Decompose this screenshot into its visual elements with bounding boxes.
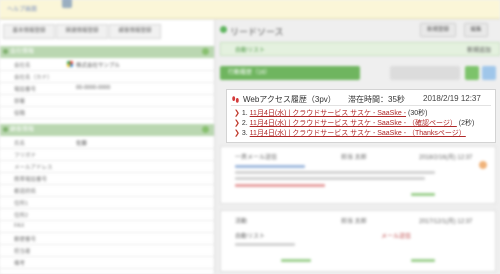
field-label: 携帯電話番号: [14, 177, 48, 183]
arrow-icon: ❯: [234, 110, 240, 117]
tab-basic[interactable]: 基本情報登録: [3, 24, 55, 39]
field-label: 会社名: [14, 63, 31, 69]
section-dot-icon: [3, 49, 8, 54]
history-link[interactable]: 11月4日(水) | クラウドサービス サスケ - SaaSke - （Than…: [250, 130, 466, 137]
section-customer-header[interactable]: 顧客情報: [0, 124, 214, 136]
field-row: 携帯電話番号: [0, 174, 214, 185]
text-line: [235, 243, 295, 246]
add-icon[interactable]: [202, 48, 209, 55]
field-label: 都道府県: [14, 189, 37, 195]
text-line: [235, 171, 435, 174]
history-item: ❯ 1. 11月4日(水) | クラウドサービス サスケ - SaaSke - (…: [234, 110, 428, 117]
field-row: 郵便番号: [0, 234, 214, 245]
add-icon[interactable]: [202, 126, 209, 133]
activity-panel: リードソース 新規登録 編集 自動リスト 新規追加 行動履歴（16） 一斉メール…: [220, 20, 500, 274]
history-item: ❯ 2. 11月4日(水) | クラウドサービス サスケ - SaaSke - （…: [234, 120, 475, 127]
field-row: 部署: [0, 96, 214, 107]
text-line: [235, 177, 425, 180]
field-label: 住所2: [14, 213, 29, 219]
field-row: 会社名（カナ）: [0, 72, 214, 83]
stay-time: 滞在時間：35秒: [348, 95, 405, 104]
reaction-icon[interactable]: [479, 161, 487, 169]
field-label: 住所1: [14, 201, 29, 207]
card-action-link[interactable]: メール送信: [381, 231, 411, 240]
tab-related[interactable]: 関連情報登録: [56, 24, 108, 39]
section-company-header[interactable]: 会社情報: [0, 46, 214, 58]
history-link[interactable]: 11月4日(水) | クラウドサービス サスケ - SaaSke -: [250, 110, 406, 117]
history-duration: (30秒): [407, 110, 428, 117]
field-row: FAX: [0, 222, 214, 233]
card-title: 活動: [235, 219, 248, 225]
lead-source-icon: [220, 26, 227, 33]
field-row: 氏名 佐藤: [0, 138, 214, 149]
tab-customer[interactable]: 顧客情報登録: [109, 24, 161, 39]
register-activity-button[interactable]: [390, 66, 460, 80]
section-dot-icon: [3, 127, 8, 132]
divider: [231, 105, 491, 106]
field-row: 会社名 株式会社サンプル: [0, 60, 214, 71]
field-value[interactable]: 株式会社サンプル: [76, 61, 120, 69]
field-row: 電話番号 00-0000-0000: [0, 84, 214, 95]
card-body: 自動リスト: [235, 234, 266, 240]
field-row: 備考: [0, 258, 214, 269]
status-pill[interactable]: [281, 259, 311, 262]
arrow-icon: ❯: [234, 120, 240, 127]
web-access-history-card: Webアクセス履歴（3pv） 滞在時間：35秒 2018/2/19 12:37 …: [226, 89, 496, 143]
company-logo-icon: [67, 61, 73, 67]
history-link[interactable]: 11月4日(水) | クラウドサービス サスケ - SaaSke - （確認ペー…: [250, 120, 457, 127]
card-date: 2017/12/1(月) 12:37: [419, 219, 473, 225]
panel-title: リードソース: [230, 27, 284, 37]
lead-list-label: 自動リスト: [235, 48, 266, 54]
top-bar: ヘルプ画面: [0, 0, 500, 19]
activity-filter[interactable]: 行動履歴（16）: [220, 66, 360, 80]
memo-activity-card[interactable]: 活動 担当 太郎 2017/12/1(月) 12:37 自動リスト メール送信: [220, 210, 496, 272]
mail-icon[interactable]: [465, 66, 479, 80]
field-label: FAX: [14, 223, 25, 229]
help-link[interactable]: ヘルプ画面: [7, 4, 37, 13]
field-row: 担当者: [0, 246, 214, 257]
arrow-icon: ❯: [234, 130, 240, 137]
field-label: 電話番号: [14, 87, 37, 93]
history-title: Webアクセス履歴（3pv）: [243, 95, 336, 104]
field-value[interactable]: 00-0000-0000: [76, 85, 110, 91]
edit-button[interactable]: 編集: [464, 23, 488, 37]
section-title: 会社情報: [10, 49, 35, 55]
field-label: 備考: [14, 261, 26, 267]
customer-detail-panel: 基本情報登録 関連情報登録 顧客情報登録 会社情報 会社名 株式会社サンプル 会…: [0, 20, 215, 274]
status-pill[interactable]: [411, 193, 435, 196]
field-row: 住所1: [0, 198, 214, 209]
field-label: 役職: [14, 111, 26, 117]
status-pill[interactable]: [411, 259, 435, 262]
field-label: 郵便番号: [14, 237, 37, 243]
history-duration: (2秒): [458, 120, 475, 127]
field-label: フリガナ: [14, 153, 37, 159]
card-title: 一斉メール送信: [235, 155, 278, 161]
text-line: [235, 184, 325, 187]
new-button[interactable]: 新規登録: [420, 23, 456, 37]
field-label: 氏名: [14, 141, 26, 147]
history-date: 2018/2/19 12:37: [423, 94, 481, 103]
field-label: メールアドレス: [14, 165, 53, 171]
email-activity-card[interactable]: 一斉メール送信 担当 太郎 2018/2/16(月) 12:37: [220, 146, 496, 204]
field-row: フリガナ: [0, 150, 214, 161]
field-label: 担当者: [14, 249, 31, 255]
field-value[interactable]: 佐藤: [76, 139, 87, 147]
field-row: 住所2: [0, 210, 214, 221]
lead-list-action[interactable]: 新規追加: [467, 45, 491, 54]
text-line: [235, 165, 305, 168]
field-label: 部署: [14, 99, 26, 105]
phone-icon[interactable]: [482, 66, 496, 80]
card-date: 2018/2/16(月) 12:37: [419, 155, 473, 161]
section-title: 顧客情報: [10, 127, 35, 133]
field-row: 都道府県: [0, 186, 214, 197]
card-sender: 担当 太郎: [341, 155, 367, 161]
field-label: 会社名（カナ）: [14, 75, 53, 81]
field-row: 役職: [0, 108, 214, 119]
field-row: メールアドレス: [0, 162, 214, 173]
filter-label: 行動履歴（16）: [228, 70, 271, 76]
lead-list-bar[interactable]: 自動リスト 新規追加: [220, 42, 500, 56]
history-item: ❯ 3. 11月4日(水) | クラウドサービス サスケ - SaaSke - （…: [234, 130, 466, 137]
card-sender: 担当 太郎: [341, 219, 367, 225]
tool-icon[interactable]: [62, 0, 72, 8]
